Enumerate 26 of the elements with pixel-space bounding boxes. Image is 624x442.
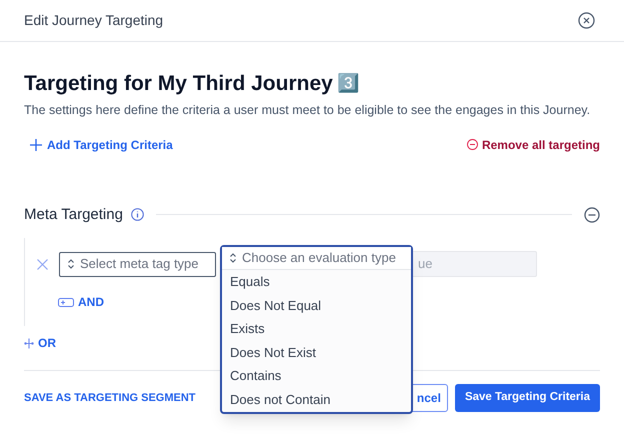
dropdown-option[interactable]: Equals <box>222 270 411 294</box>
page-heading: Targeting for My Third Journey <box>24 71 333 97</box>
save-button[interactable]: Save Targeting Criteria <box>454 384 600 412</box>
meta-tag-select[interactable]: Select meta tag type <box>59 252 216 276</box>
save-segment-link[interactable]: SAVE AS TARGETING SEGMENT <box>24 390 196 406</box>
branch-icon <box>24 338 34 348</box>
remove-targeting-link[interactable]: Remove all targeting <box>466 136 600 154</box>
tag-plus-icon <box>58 298 74 306</box>
minus-circle-icon <box>466 139 478 150</box>
sort-icon <box>230 253 236 263</box>
window-title: Edit Journey Targeting <box>24 11 164 30</box>
collapse-icon[interactable] <box>584 206 600 223</box>
section-title: Meta Targeting <box>24 204 123 224</box>
info-icon[interactable] <box>130 208 144 222</box>
number-emoji: 3⃣ <box>336 72 359 96</box>
plus-icon <box>30 138 42 150</box>
and-button[interactable]: AND <box>58 293 104 311</box>
sort-icon <box>68 259 74 269</box>
dropdown-option[interactable]: Does Not Equal <box>222 294 411 317</box>
description: The settings here define the criteria a user must meet to be eligible to see the engages in this Journey. <box>24 102 590 118</box>
dropdown-option[interactable]: Exists <box>222 317 411 340</box>
or-button[interactable]: OR <box>24 334 56 352</box>
dropdown-option[interactable]: Does Not Exist <box>222 340 411 364</box>
evaluation-select[interactable]: Choose an evaluation type <box>222 247 411 270</box>
add-criteria-link[interactable]: Add Targeting Criteria <box>30 136 173 154</box>
close-icon[interactable] <box>578 12 595 29</box>
